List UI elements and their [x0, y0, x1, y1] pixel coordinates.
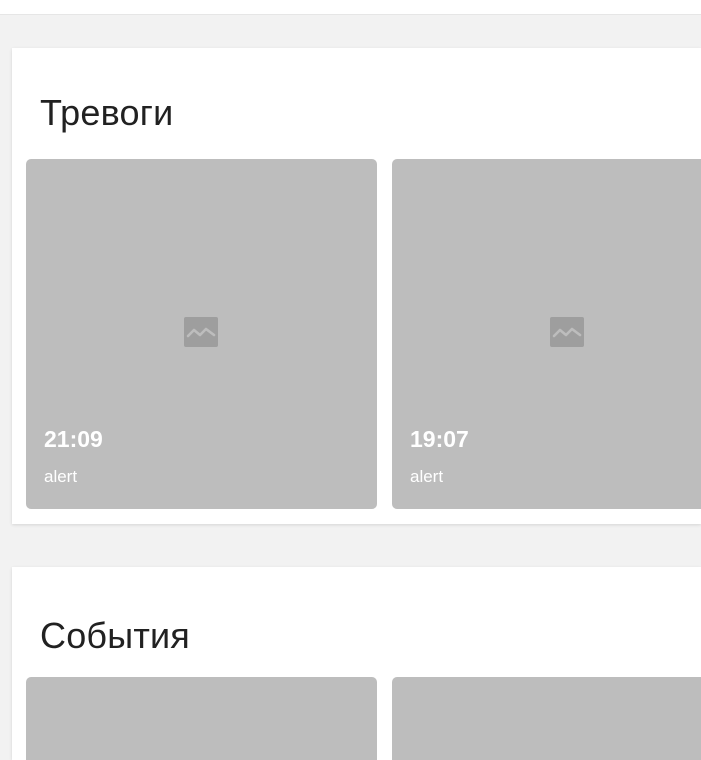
alert-time: 19:07 [410, 426, 469, 452]
events-section-title: События [40, 615, 191, 656]
alert-type-label: alert [410, 467, 444, 486]
broken-image-icon [550, 317, 584, 347]
broken-image-icon [184, 317, 218, 347]
alert-type-label: alert [44, 467, 78, 486]
alert-card[interactable]: 19:07 alert [392, 159, 701, 509]
alerts-section-title: Тревоги [40, 92, 174, 133]
event-card[interactable] [392, 677, 701, 760]
top-app-bar [0, 0, 701, 15]
alert-card[interactable]: 21:09 alert [26, 159, 377, 509]
alerts-section: Тревоги 21:09 alert 19:07 alert [12, 48, 701, 524]
event-card[interactable] [26, 677, 377, 760]
events-section: События [12, 567, 701, 760]
alert-time: 21:09 [44, 426, 103, 452]
